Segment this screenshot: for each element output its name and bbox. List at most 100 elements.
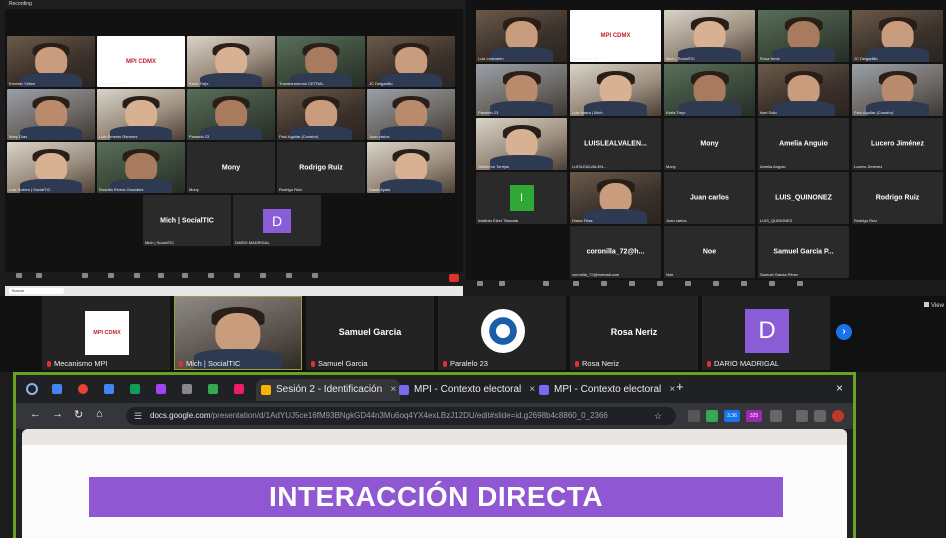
participant-tile[interactable]: Paralelo 23 <box>476 64 567 116</box>
view-button[interactable]: View <box>924 302 944 309</box>
gallery-tile[interactable]: Rosa Neriz Rosa Neriz <box>570 296 698 370</box>
participant-tile[interactable]: JC Delgadillo <box>852 10 943 62</box>
close-tab-icon[interactable]: × <box>669 379 675 401</box>
docs-icon[interactable] <box>52 384 62 394</box>
new-tab-button[interactable]: + <box>676 379 684 394</box>
home-icon[interactable]: ⌂ <box>96 408 103 420</box>
more-button[interactable] <box>790 281 810 287</box>
participant-tile[interactable]: LUISLEALVALEN... LUISLEALVALEN... <box>570 118 661 170</box>
star-icon[interactable]: ☆ <box>652 410 664 422</box>
whiteboards-button[interactable] <box>734 281 754 287</box>
apps-button[interactable] <box>227 273 247 279</box>
participant-tile[interactable]: Mony Mony <box>664 118 755 170</box>
chrome-icon[interactable] <box>78 384 88 394</box>
tab-sesion-2[interactable]: Sesión 2 - Identificación × <box>256 379 401 401</box>
extension-icon[interactable] <box>706 410 718 422</box>
sidepanel-icon[interactable] <box>814 410 826 422</box>
next-page-button[interactable]: › <box>836 324 852 340</box>
participant-tile[interactable]: Paul Aguilar (Conafor) <box>852 64 943 116</box>
participant-tile[interactable]: MPI CDMX Mecanismo MPI <box>97 36 185 87</box>
tab-mpi-contexto-2[interactable]: MPI - Contexto electoral × <box>534 379 679 401</box>
participant-tile[interactable]: Samuel Garcia P... Samuel Garcia Pérez <box>758 226 849 278</box>
participant-tile[interactable]: Guillermo Torrijos <box>476 118 567 170</box>
extension-badge[interactable]: 325 <box>746 410 762 422</box>
participant-tile[interactable]: Ernesto Yáñez <box>7 36 95 87</box>
notes-button[interactable] <box>279 273 299 279</box>
apps-button[interactable] <box>706 281 726 287</box>
chat-button[interactable] <box>127 273 147 279</box>
window-close-button[interactable]: × <box>836 381 843 395</box>
extensions-icon[interactable] <box>770 410 782 422</box>
participants-button[interactable] <box>566 281 586 287</box>
gallery-tile[interactable]: Mich | SocialTIC <box>174 296 302 370</box>
participant-tile[interactable]: Dasia Ayala <box>367 142 455 193</box>
participant-tile[interactable]: Lucero Jiménez Lucero Jiménez <box>852 118 943 170</box>
mute-button[interactable] <box>9 273 29 279</box>
participant-tile[interactable]: I Instituto Elect Tlaxcala <box>476 172 567 224</box>
reactions-button[interactable] <box>678 281 698 287</box>
participant-tile[interactable]: Luis Guerra | SocialTIC <box>7 142 95 193</box>
participant-tile[interactable]: Itzel Soto <box>758 64 849 116</box>
security-button[interactable] <box>75 273 95 279</box>
reload-icon[interactable]: ↻ <box>74 408 83 421</box>
participant-tile[interactable]: JC Delgadillo <box>367 36 455 87</box>
taskbar-search-input[interactable]: Buscar <box>9 288 64 294</box>
participant-tile[interactable]: Mich | SocialTIC <box>664 10 755 62</box>
gallery-tile[interactable]: D DARIO MADRIGAL <box>702 296 830 370</box>
participant-tile[interactable]: Luis Lealvalen <box>476 10 567 62</box>
tab-mpi-contexto-1[interactable]: MPI - Contexto electoral × <box>394 379 539 401</box>
participants-button[interactable] <box>101 273 121 279</box>
forward-icon[interactable]: → <box>52 408 63 420</box>
tab-search-icon[interactable] <box>26 383 38 395</box>
site-info-icon[interactable]: ☰ <box>134 407 142 425</box>
drive-icon[interactable] <box>208 384 218 394</box>
participant-tile[interactable]: Diana Frias <box>570 172 661 224</box>
security-button[interactable] <box>536 281 556 287</box>
participant-tile[interactable]: Paul Aguilar (Conafor) <box>277 89 365 140</box>
participant-tile[interactable]: Mary Díaz <box>7 89 95 140</box>
more-button[interactable] <box>305 273 325 279</box>
participant-tile[interactable]: MPI CDMX Mecanismo MPI <box>570 10 661 62</box>
participant-tile[interactable]: Mony Mony <box>187 142 275 193</box>
participant-tile[interactable]: Amelia Anguio Amelia Anguio <box>758 118 849 170</box>
sparkle-icon[interactable] <box>156 384 166 394</box>
gallery-tile[interactable]: Paralelo 23 <box>438 296 566 370</box>
reactions-button[interactable] <box>201 273 221 279</box>
video-button[interactable] <box>492 281 512 287</box>
gallery-tile[interactable]: Samuel Garcia Samuel Garcia <box>306 296 434 370</box>
participant-tile[interactable]: D DARIO MADRIGAL <box>233 195 321 246</box>
participant-tile[interactable]: Rodolfo Rivera González <box>97 142 185 193</box>
record-button[interactable] <box>650 281 670 287</box>
participant-tile[interactable]: Karla Trejo <box>187 36 275 87</box>
participant-tile[interactable]: coronilla_72@h... coronilla_72@hotmail.co… <box>570 226 661 278</box>
participant-tile[interactable]: Luis Ibarra | Mich <box>570 64 661 116</box>
chat-button[interactable] <box>594 281 614 287</box>
share-button[interactable] <box>622 281 642 287</box>
participant-tile[interactable]: Transformemos CETRAL <box>277 36 365 87</box>
participant-tile[interactable]: Mich | SocialTIC Mich | SocialTIC <box>143 195 231 246</box>
whiteboards-button[interactable] <box>253 273 273 279</box>
participant-tile[interactable]: Juan carlos <box>367 89 455 140</box>
address-bar[interactable]: ☰ docs.google.com/presentation/d/1AdYUJ5… <box>126 407 676 425</box>
sheets-icon[interactable] <box>130 384 140 394</box>
record-button[interactable] <box>175 273 195 279</box>
video-button[interactable] <box>29 273 49 279</box>
app-icon[interactable] <box>234 384 244 394</box>
participant-tile[interactable]: Juan carlos Juan carlos <box>664 172 755 224</box>
gallery-tile[interactable]: MPI CDMX Mecanismo MPI <box>42 296 170 370</box>
end-button[interactable] <box>449 274 459 282</box>
participant-tile[interactable]: Noe Noe <box>664 226 755 278</box>
back-icon[interactable]: ← <box>30 408 41 420</box>
docs-icon[interactable] <box>104 384 114 394</box>
participant-tile[interactable]: Karla Trejo <box>664 64 755 116</box>
participant-tile[interactable]: LUIS_QUINONEZ LUIS_QUINONEZ <box>758 172 849 224</box>
participant-tile[interactable]: Paralelo 23 <box>187 89 275 140</box>
participant-tile[interactable]: Rodrigo Ruiz Rodrigo Ruiz <box>852 172 943 224</box>
participant-tile[interactable]: Luis Ernesto Ramírez <box>97 89 185 140</box>
bookmark-icon[interactable] <box>796 410 808 422</box>
notes-button[interactable] <box>762 281 782 287</box>
participant-tile[interactable]: Rosa Neriz <box>758 10 849 62</box>
mute-button[interactable] <box>470 281 490 287</box>
profile-avatar[interactable] <box>832 410 844 422</box>
extension-badge[interactable]: 3.36 <box>724 410 740 422</box>
